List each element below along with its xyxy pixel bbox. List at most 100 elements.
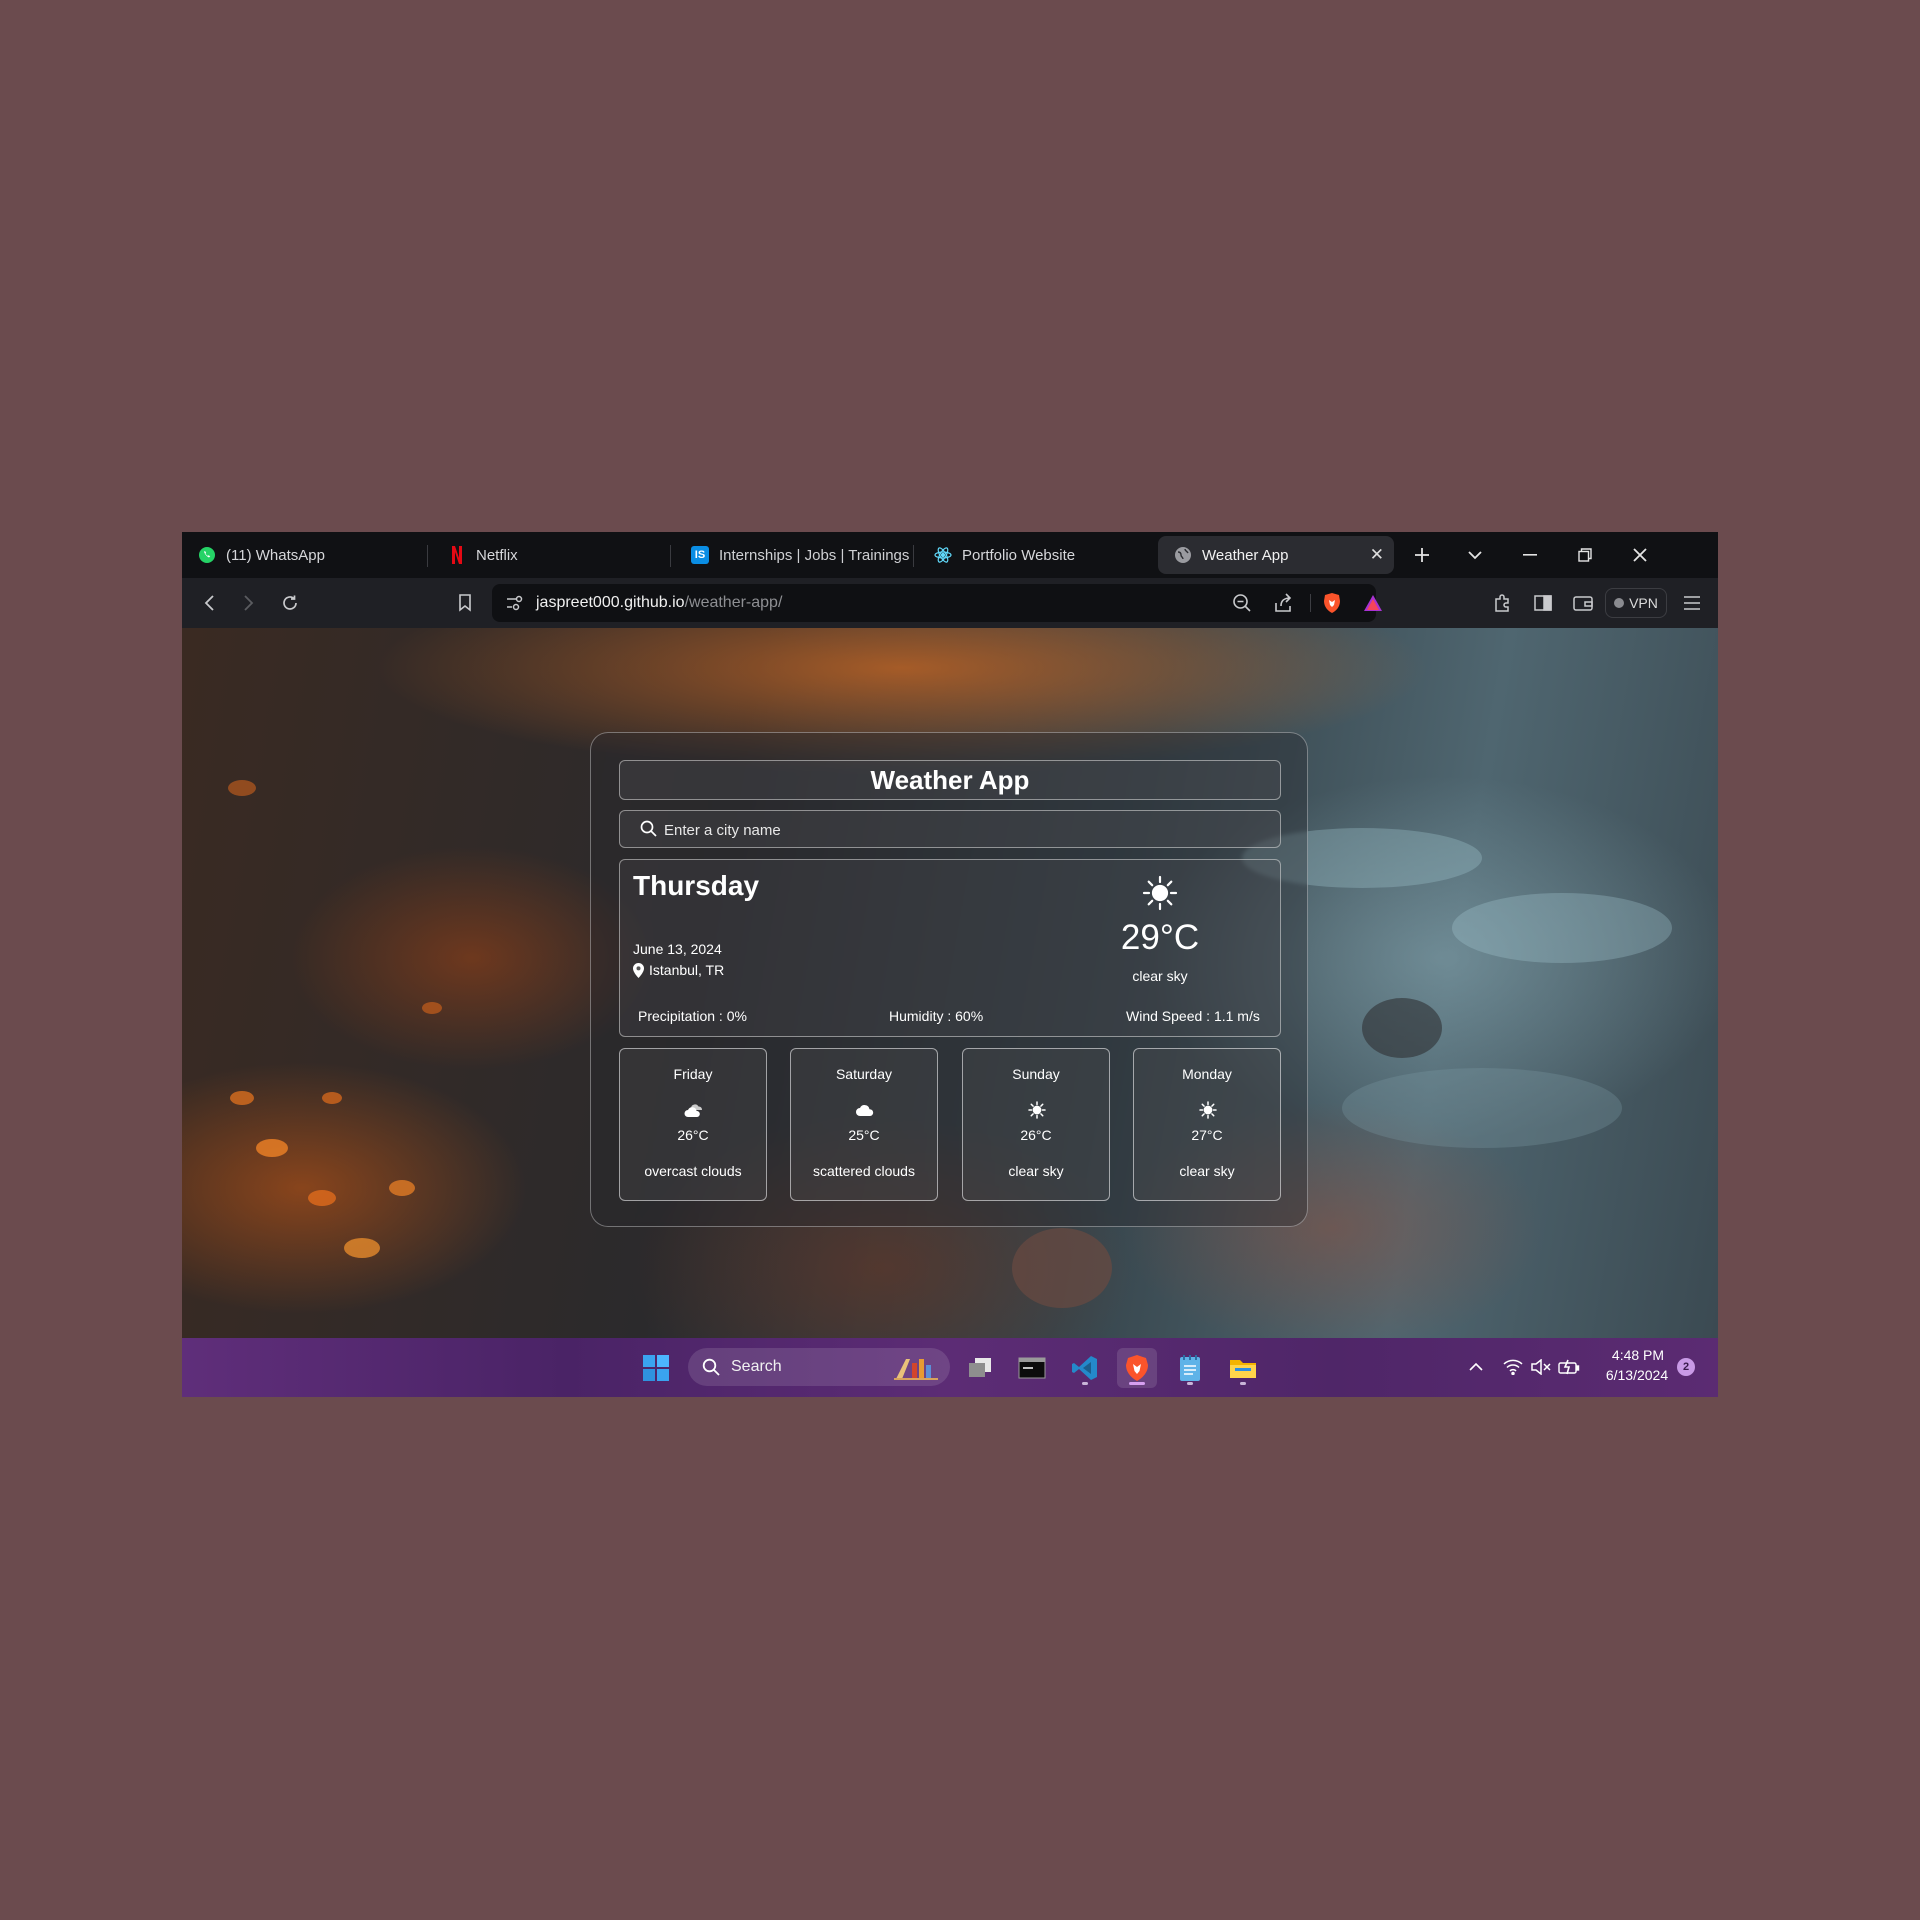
- address-bar[interactable]: jaspreet000.github.io/weather-app/: [492, 584, 1382, 622]
- new-tab-button[interactable]: [1407, 540, 1437, 570]
- brave-shields-icon[interactable]: [1322, 592, 1342, 619]
- location-pin-icon: [633, 962, 644, 978]
- reload-button[interactable]: [277, 590, 303, 616]
- file-explorer-icon[interactable]: [1223, 1348, 1263, 1388]
- forecast-card-saturday: Saturday 25°C scattered clouds: [790, 1048, 938, 1201]
- tab-divider: [427, 545, 428, 567]
- browser-tab-strip: (11) WhatsApp Netflix IS Internships | J…: [182, 532, 1718, 578]
- overcast-clouds-icon: [684, 1101, 704, 1119]
- clock-date[interactable]: 6/13/2024: [1592, 1367, 1682, 1383]
- sun-icon: [1027, 1101, 1047, 1119]
- vscode-icon[interactable]: [1065, 1348, 1105, 1388]
- current-description: clear sky: [1132, 968, 1188, 984]
- precipitation-stat: Precipitation : 0%: [638, 1008, 747, 1024]
- windows-start-icon[interactable]: [636, 1348, 676, 1388]
- extensions-icon[interactable]: [1490, 590, 1516, 616]
- tab-label: Portfolio Website: [962, 546, 1076, 564]
- notepad-icon[interactable]: [1170, 1348, 1210, 1388]
- close-tab-icon[interactable]: ✕: [1370, 545, 1384, 565]
- search-icon: [702, 1358, 720, 1381]
- tab-label: Netflix: [476, 546, 518, 564]
- taskbar-search-box[interactable]: Search: [688, 1348, 950, 1386]
- back-button[interactable]: [196, 590, 222, 616]
- tab-label: (11) WhatsApp: [226, 546, 325, 564]
- tab-divider: [913, 545, 914, 567]
- internshala-icon: IS: [691, 546, 709, 564]
- tab-whatsapp[interactable]: (11) WhatsApp: [182, 536, 424, 574]
- forecast-day: Sunday: [1012, 1066, 1060, 1082]
- current-day: Thursday: [633, 870, 760, 901]
- forecast-day: Monday: [1182, 1066, 1232, 1082]
- netflix-icon: [448, 546, 466, 564]
- tab-portfolio[interactable]: Portfolio Website: [918, 536, 1153, 574]
- running-indicator: [1240, 1382, 1246, 1385]
- share-icon[interactable]: [1273, 593, 1293, 618]
- screen: (11) WhatsApp Netflix IS Internships | J…: [182, 532, 1718, 1397]
- current-weather-panel: Thursday June 13, 2024 Istanbul, TR 29°C…: [619, 859, 1281, 1037]
- forecast-description: clear sky: [1179, 1163, 1235, 1179]
- globe-icon: [1174, 546, 1192, 564]
- city-search-input[interactable]: [662, 816, 1266, 844]
- browser-toolbar: jaspreet000.github.io/weather-app/ VPN: [182, 578, 1718, 628]
- forecast-card-monday: Monday 27°C clear sky: [1133, 1048, 1281, 1201]
- running-indicator: [1129, 1382, 1145, 1385]
- location-text: Istanbul, TR: [649, 962, 725, 978]
- brave-rewards-icon[interactable]: [1363, 594, 1383, 617]
- show-hidden-icons-chevron-up-icon[interactable]: [1465, 1356, 1487, 1378]
- running-indicator: [1082, 1382, 1088, 1385]
- zoom-out-icon[interactable]: [1232, 593, 1252, 618]
- weather-card: Weather App Thursday June 13, 2024 Istan…: [590, 732, 1308, 1227]
- url-host: jaspreet000.github.io: [536, 594, 685, 611]
- forecast-description: overcast clouds: [644, 1163, 742, 1179]
- current-temperature: 29°C: [1120, 918, 1200, 957]
- humidity-stat: Humidity : 60%: [889, 1008, 984, 1024]
- volume-muted-icon[interactable]: [1530, 1356, 1552, 1378]
- whatsapp-icon: [198, 546, 216, 564]
- site-settings-icon[interactable]: [506, 595, 524, 616]
- url-path: /weather-app/: [684, 594, 783, 611]
- wind-speed-stat: Wind Speed : 1.1 m/s: [1126, 1008, 1260, 1024]
- forecast-card-sunday: Sunday 26°C clear sky: [962, 1048, 1110, 1201]
- sidebar-icon[interactable]: [1530, 590, 1556, 616]
- battery-charging-icon[interactable]: [1558, 1356, 1580, 1378]
- search-icon: [640, 820, 657, 842]
- vpn-button[interactable]: VPN: [1605, 588, 1667, 618]
- forecast-temp: 25°C: [848, 1127, 880, 1143]
- bookmark-icon[interactable]: [452, 590, 478, 616]
- tab-list-chevron-down-icon[interactable]: [1460, 540, 1490, 570]
- search-highlight-icon: [892, 1353, 942, 1386]
- running-indicator: [1187, 1382, 1193, 1385]
- restore-button[interactable]: [1570, 540, 1600, 570]
- forecast-temp: 26°C: [1020, 1127, 1052, 1143]
- react-icon: [934, 546, 952, 564]
- page-background: Weather App Thursday June 13, 2024 Istan…: [182, 628, 1718, 1338]
- sun-icon: [1142, 875, 1178, 916]
- wallet-icon[interactable]: [1570, 590, 1596, 616]
- close-window-button[interactable]: [1625, 540, 1655, 570]
- forecast-description: scattered clouds: [813, 1163, 915, 1179]
- forward-button[interactable]: [236, 590, 262, 616]
- divider: [1310, 594, 1311, 612]
- tab-label: Weather App: [1202, 546, 1289, 564]
- brave-browser-icon[interactable]: [1117, 1348, 1157, 1388]
- forecast-temp: 26°C: [677, 1127, 709, 1143]
- forecast-temp: 27°C: [1191, 1127, 1223, 1143]
- tab-internshala[interactable]: IS Internships | Jobs | Trainings &: [675, 536, 910, 574]
- city-search-box[interactable]: [619, 810, 1281, 848]
- tab-weather-app[interactable]: Weather App ✕: [1158, 536, 1394, 574]
- url-text: jaspreet000.github.io/weather-app/: [536, 594, 782, 612]
- wifi-icon[interactable]: [1502, 1356, 1524, 1378]
- cloud-icon: [855, 1101, 875, 1119]
- tab-label: Internships | Jobs | Trainings &: [719, 546, 910, 564]
- windows-taskbar: Search 4:48 PM 6/13/2024 2: [182, 1338, 1718, 1397]
- forecast-day: Friday: [673, 1066, 713, 1082]
- forecast-description: clear sky: [1008, 1163, 1064, 1179]
- current-date: June 13, 2024: [633, 941, 722, 957]
- notification-badge[interactable]: 2: [1677, 1358, 1695, 1376]
- task-view-icon[interactable]: [960, 1348, 1000, 1388]
- mysql-shell-icon[interactable]: [1012, 1348, 1052, 1388]
- menu-icon[interactable]: [1679, 590, 1705, 616]
- minimize-button[interactable]: [1515, 540, 1545, 570]
- tab-netflix[interactable]: Netflix: [432, 536, 667, 574]
- clock-time[interactable]: 4:48 PM: [1598, 1347, 1678, 1363]
